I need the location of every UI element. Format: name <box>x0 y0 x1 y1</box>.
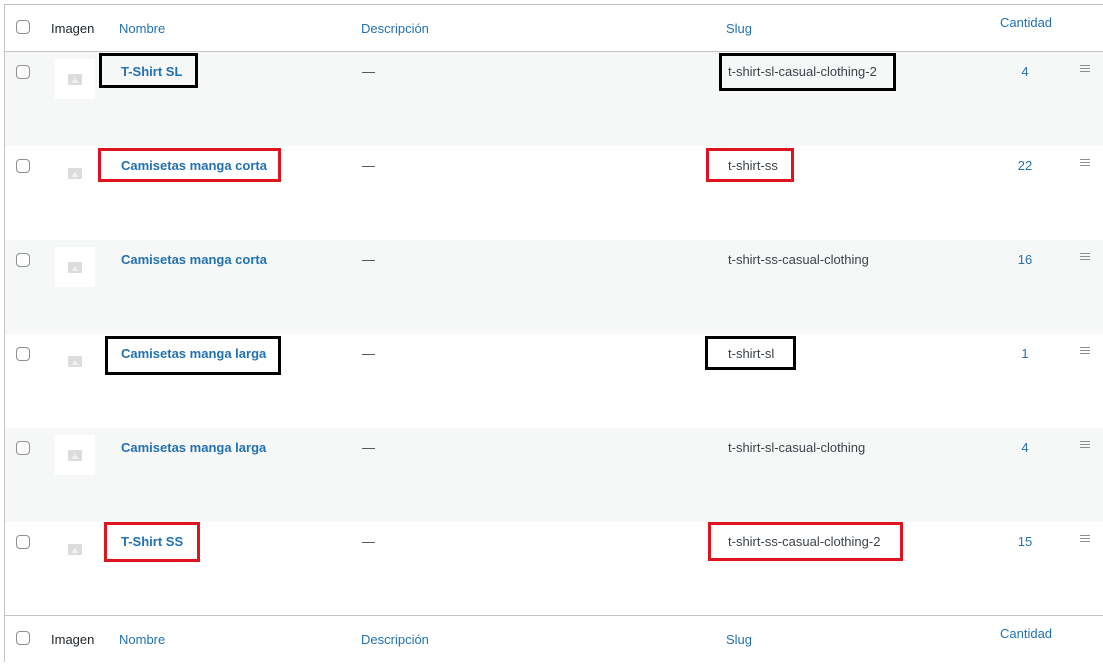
category-count-link[interactable]: 1 <box>995 346 1055 361</box>
category-name-link[interactable]: T-Shirt SL <box>121 64 182 79</box>
column-footer-description[interactable]: Descripción <box>361 632 429 647</box>
image-placeholder-icon <box>55 529 95 569</box>
category-slug: t-shirt-ss-casual-clothing-2 <box>728 534 881 549</box>
category-count-link[interactable]: 22 <box>995 158 1055 173</box>
column-footer-slug[interactable]: Slug <box>726 632 752 647</box>
column-header-image: Imagen <box>51 21 95 36</box>
table-row: T-Shirt SS — t-shirt-ss-casual-clothing-… <box>5 522 1103 616</box>
category-name-link[interactable]: Camisetas manga larga <box>121 346 266 361</box>
image-placeholder-icon <box>55 153 95 193</box>
select-all-checkbox-footer[interactable] <box>16 631 30 645</box>
category-count-link[interactable]: 15 <box>995 534 1055 549</box>
table-header: Imagen Nombre Descripción Slug Cantidad <box>5 5 1103 52</box>
drag-handle-icon[interactable] <box>1080 253 1090 262</box>
categories-table: Imagen Nombre Descripción Slug Cantidad … <box>4 4 1103 664</box>
category-count-link[interactable]: 16 <box>995 252 1055 267</box>
drag-handle-icon[interactable] <box>1080 65 1090 74</box>
image-placeholder-icon <box>55 59 95 99</box>
category-name-link[interactable]: T-Shirt SS <box>121 534 183 549</box>
column-header-description[interactable]: Descripción <box>361 21 429 36</box>
row-checkbox[interactable] <box>16 535 30 549</box>
drag-handle-icon[interactable] <box>1080 347 1090 356</box>
table-row: Camisetas manga larga — t-shirt-sl-casua… <box>5 428 1103 522</box>
drag-handle-icon[interactable] <box>1080 441 1090 450</box>
row-checkbox[interactable] <box>16 65 30 79</box>
category-description: — <box>362 64 375 79</box>
column-header-slug[interactable]: Slug <box>726 21 752 36</box>
row-checkbox[interactable] <box>16 347 30 361</box>
table-row: Camisetas manga larga — t-shirt-sl 1 <box>5 334 1103 428</box>
drag-handle-icon[interactable] <box>1080 159 1090 168</box>
column-footer-name[interactable]: Nombre <box>119 632 165 647</box>
column-footer-image: Imagen <box>51 632 95 647</box>
category-slug: t-shirt-sl <box>728 346 775 361</box>
table-footer: Imagen Nombre Descripción Slug Cantidad <box>5 615 1103 664</box>
category-slug: t-shirt-ss <box>728 158 778 173</box>
category-slug: t-shirt-sl-casual-clothing-2 <box>728 64 877 79</box>
image-placeholder-icon <box>55 341 95 381</box>
row-checkbox[interactable] <box>16 159 30 173</box>
column-header-count[interactable]: Cantidad <box>1000 15 1052 30</box>
category-description: — <box>362 158 375 173</box>
table-row: Camisetas manga corta — t-shirt-ss 22 <box>5 146 1103 240</box>
category-description: — <box>362 252 375 267</box>
category-description: — <box>362 440 375 455</box>
category-name-link[interactable]: Camisetas manga corta <box>121 252 267 267</box>
column-header-name[interactable]: Nombre <box>119 21 165 36</box>
category-name-link[interactable]: Camisetas manga corta <box>121 158 267 173</box>
row-checkbox[interactable] <box>16 253 30 267</box>
table-row: Camisetas manga corta — t-shirt-ss-casua… <box>5 240 1103 334</box>
image-placeholder-icon <box>55 435 95 475</box>
column-footer-count[interactable]: Cantidad <box>1000 626 1052 641</box>
category-slug: t-shirt-ss-casual-clothing <box>728 252 869 267</box>
category-count-link[interactable]: 4 <box>995 440 1055 455</box>
category-description: — <box>362 346 375 361</box>
drag-handle-icon[interactable] <box>1080 535 1090 544</box>
category-description: — <box>362 534 375 549</box>
table-row: T-Shirt SL — t-shirt-sl-casual-clothing-… <box>5 52 1103 146</box>
image-placeholder-icon <box>55 247 95 287</box>
row-checkbox[interactable] <box>16 441 30 455</box>
select-all-checkbox[interactable] <box>16 20 30 34</box>
category-slug: t-shirt-sl-casual-clothing <box>728 440 866 455</box>
category-count-link[interactable]: 4 <box>995 64 1055 79</box>
category-name-link[interactable]: Camisetas manga larga <box>121 440 266 455</box>
